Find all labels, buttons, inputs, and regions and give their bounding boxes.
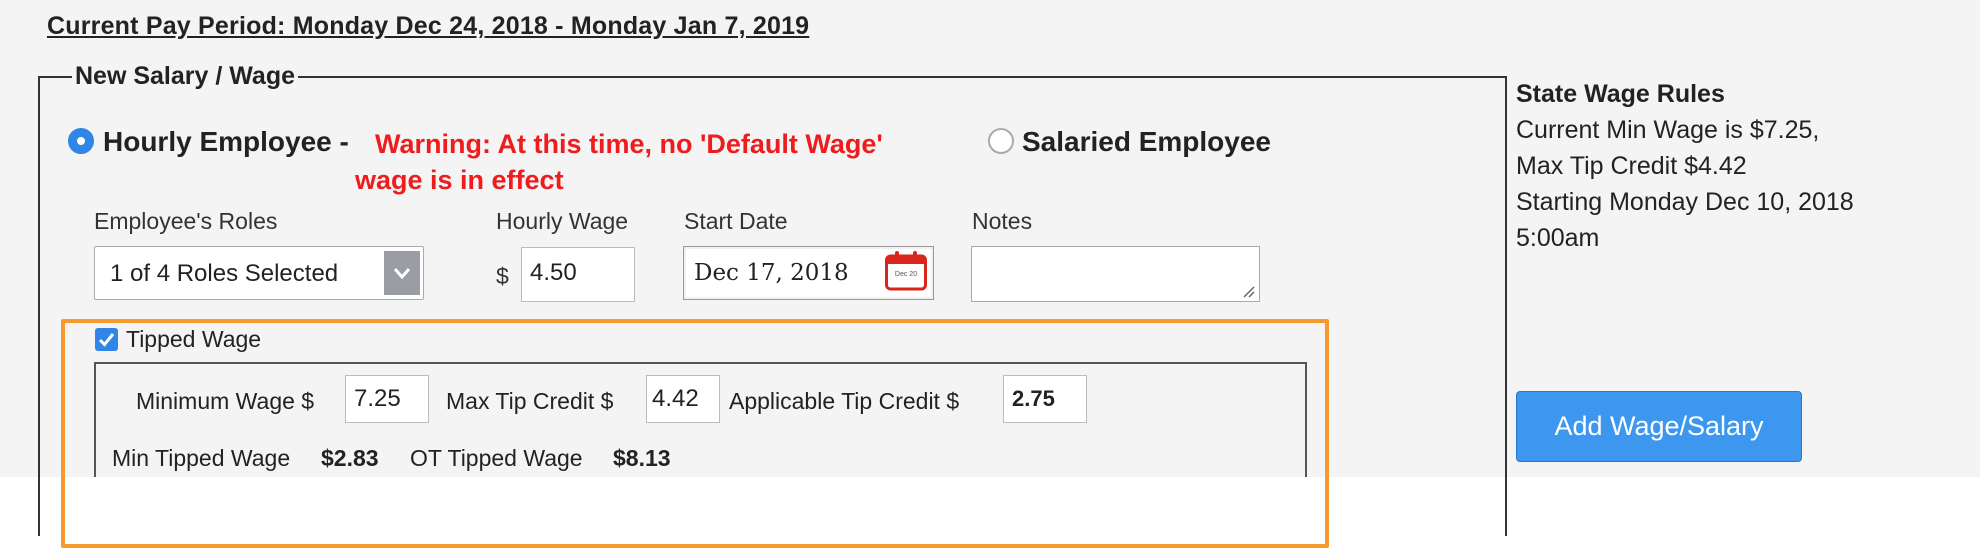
start-date-field[interactable]: Dec 17, 2018 Dec 20 bbox=[683, 246, 934, 300]
roles-selected-text: 1 of 4 Roles Selected bbox=[110, 260, 339, 287]
tipped-wage-highlight bbox=[61, 319, 1329, 548]
calendar-icon-date: Dec 20 bbox=[894, 271, 918, 278]
state-rule-line: Max Tip Credit $4.42 bbox=[1516, 152, 1747, 180]
page: Current Pay Period: Monday Dec 24, 2018 … bbox=[0, 0, 1980, 552]
chevron-down-icon[interactable] bbox=[384, 251, 420, 295]
roles-label: Employee's Roles bbox=[94, 208, 278, 234]
salaried-radio[interactable] bbox=[988, 128, 1014, 154]
state-rule-line: Starting Monday Dec 10, 2018 bbox=[1516, 188, 1854, 216]
state-rule-line: 5:00am bbox=[1516, 224, 1600, 252]
hourly-wage-label: Hourly Wage bbox=[496, 208, 629, 234]
hourly-wage-currency: $ bbox=[496, 263, 509, 289]
calendar-icon[interactable]: Dec 20 bbox=[885, 251, 927, 291]
resize-handle-icon[interactable] bbox=[1243, 285, 1255, 298]
roles-dropdown[interactable]: 1 of 4 Roles Selected bbox=[94, 246, 424, 300]
default-wage-warning: Warning: At this time, no 'Default Wage'… bbox=[355, 129, 883, 195]
hourly-employee-label: Hourly Employee - bbox=[103, 126, 349, 157]
salaried-employee-label: Salaried Employee bbox=[1022, 126, 1272, 157]
notes-textarea[interactable] bbox=[971, 246, 1260, 302]
pay-period-title: Current Pay Period: Monday Dec 24, 2018 … bbox=[47, 12, 810, 40]
notes-label: Notes bbox=[972, 208, 1033, 234]
state-rule-line: Current Min Wage is $7.25, bbox=[1516, 116, 1820, 144]
start-date-value: Dec 17, 2018 bbox=[694, 260, 849, 286]
fieldset-legend: New Salary / Wage bbox=[72, 62, 298, 91]
state-wage-rules-title: State Wage Rules bbox=[1516, 80, 1725, 108]
add-wage-salary-button[interactable]: Add Wage/Salary bbox=[1516, 391, 1802, 462]
hourly-radio[interactable] bbox=[68, 128, 94, 154]
start-date-label: Start Date bbox=[684, 208, 788, 234]
hourly-wage-input[interactable]: 4.50 bbox=[521, 247, 635, 302]
